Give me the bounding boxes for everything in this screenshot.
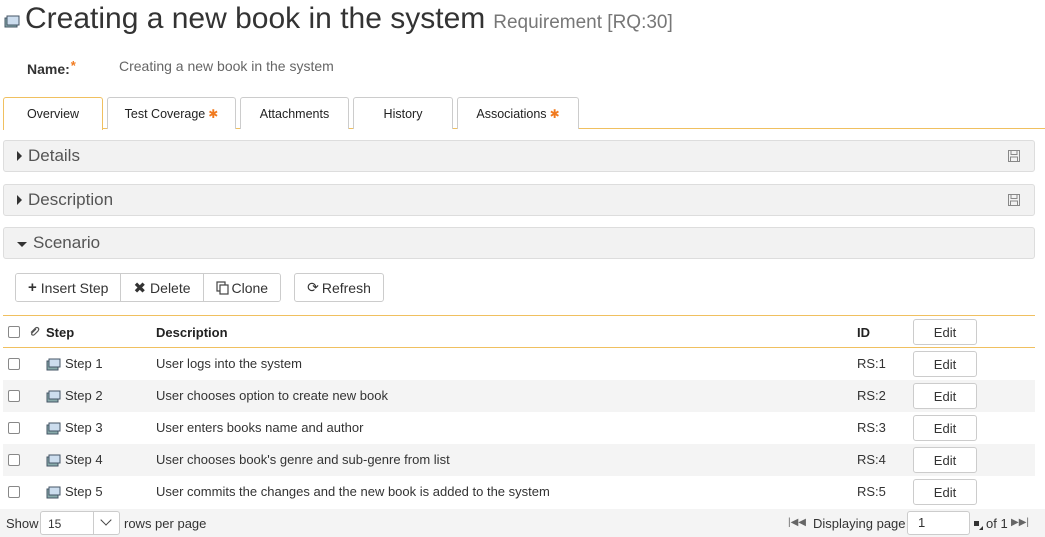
refresh-button[interactable]: ⟳ Refresh (294, 273, 384, 302)
step-description: User chooses option to create new book (156, 388, 388, 403)
scenario-toolbar: + Insert Step ✖ Delete Clone ⟳ Refresh (15, 273, 384, 302)
tab-associations[interactable]: Associations ✱ (457, 97, 579, 129)
row-checkbox[interactable] (8, 454, 20, 466)
asterisk-icon: ✱ (549, 106, 560, 121)
steps-grid: Step Description ID Edit Step 1 User log… (3, 315, 1035, 508)
caret-down-icon (17, 242, 27, 247)
description-title: Description (28, 190, 114, 209)
step-icon (46, 454, 61, 467)
row-checkbox[interactable] (8, 358, 20, 370)
table-row: Step 1 User logs into the system RS:1 Ed… (3, 348, 1035, 380)
tab-history[interactable]: History (353, 97, 453, 129)
details-panel-header[interactable]: Details (3, 140, 1035, 172)
step-name[interactable]: Step 4 (65, 452, 103, 467)
column-description[interactable]: Description (156, 325, 228, 340)
displaying-page-label: Displaying page (813, 516, 906, 531)
page-header: Creating a new book in the system Requir… (4, 2, 673, 40)
tab-test-coverage[interactable]: Test Coverage ✱ (107, 97, 236, 129)
rows-per-page-select[interactable]: 15 (40, 511, 120, 535)
step-icon (46, 422, 61, 435)
plus-icon: + (28, 279, 37, 296)
row-checkbox[interactable] (8, 486, 20, 498)
step-icon (46, 390, 61, 403)
column-step[interactable]: Step (46, 325, 74, 340)
rows-per-page-label: rows per page (124, 516, 207, 531)
next-last-page-icon[interactable]: ▶▶| (1011, 517, 1029, 528)
step-action-group: + Insert Step ✖ Delete Clone (15, 273, 282, 302)
edit-button[interactable]: Edit (913, 415, 977, 441)
scenario-title: Scenario (33, 233, 101, 252)
clone-button[interactable]: Clone (203, 274, 281, 301)
tab-bar: Overview Test Coverage ✱ Attachments Hist… (3, 97, 1045, 130)
pagination-bar: Show 15 rows per page |◀◀ Displaying pag… (0, 509, 1045, 537)
page-count-label: of 1 (986, 516, 1008, 531)
name-value[interactable]: Creating a new book in the system (119, 58, 334, 74)
step-name[interactable]: Step 3 (65, 420, 103, 435)
paperclip-icon (30, 326, 40, 336)
save-icon[interactable] (1008, 150, 1020, 162)
step-name[interactable]: Step 5 (65, 484, 103, 499)
step-description: User enters books name and author (156, 420, 364, 435)
step-name[interactable]: Step 2 (65, 388, 103, 403)
name-field-row: Name:* Creating a new book in the system (27, 58, 627, 80)
step-description: User commits the changes and the new boo… (156, 484, 550, 499)
name-label: Name:* (27, 58, 76, 77)
page-number-input[interactable]: 1 (907, 511, 970, 535)
table-row: Step 2 User chooses option to create new… (3, 380, 1035, 412)
step-icon (46, 358, 61, 371)
asterisk-icon: ✱ (208, 106, 219, 121)
step-id: RS:4 (857, 452, 886, 467)
caret-right-icon (17, 151, 22, 161)
step-description: User chooses book's genre and sub-genre … (156, 452, 450, 467)
step-id: RS:5 (857, 484, 886, 499)
select-all-checkbox[interactable] (8, 326, 20, 338)
required-marker: * (70, 58, 76, 73)
resize-handle-icon (974, 521, 983, 530)
clone-icon (215, 280, 229, 295)
edit-all-button[interactable]: Edit (913, 319, 977, 345)
table-row: Step 4 User chooses book's genre and sub… (3, 444, 1035, 476)
requirement-icon (4, 15, 20, 28)
tab-overview[interactable]: Overview (3, 97, 103, 130)
edit-button[interactable]: Edit (913, 351, 977, 377)
chevron-down-icon (100, 514, 112, 526)
insert-step-button[interactable]: + Insert Step (16, 274, 122, 301)
edit-button[interactable]: Edit (913, 479, 977, 505)
description-panel-header[interactable]: Description (3, 184, 1035, 216)
page-title: Creating a new book in the system (25, 2, 486, 35)
details-title: Details (28, 146, 80, 165)
scenario-panel-header[interactable]: Scenario (3, 227, 1035, 259)
page-subtitle: Requirement [RQ:30] (493, 12, 673, 33)
refresh-icon: ⟳ (307, 279, 319, 295)
first-prev-page-icon[interactable]: |◀◀ (788, 517, 806, 528)
step-id: RS:1 (857, 356, 886, 371)
step-description: User logs into the system (156, 356, 302, 371)
table-row: Step 5 User commits the changes and the … (3, 476, 1035, 508)
table-row: Step 3 User enters books name and author… (3, 412, 1035, 444)
step-id: RS:2 (857, 388, 886, 403)
edit-button[interactable]: Edit (913, 447, 977, 473)
tab-attachments[interactable]: Attachments (240, 97, 349, 129)
edit-button[interactable]: Edit (913, 383, 977, 409)
step-icon (46, 486, 61, 499)
show-label: Show (6, 516, 39, 531)
save-icon[interactable] (1008, 194, 1020, 206)
caret-right-icon (17, 195, 22, 205)
row-checkbox[interactable] (8, 390, 20, 402)
delete-button[interactable]: ✖ Delete (121, 274, 204, 301)
row-checkbox[interactable] (8, 422, 20, 434)
grid-header-row: Step Description ID Edit (3, 315, 1035, 348)
step-id: RS:3 (857, 420, 886, 435)
column-id[interactable]: ID (857, 325, 870, 340)
close-icon: ✖ (133, 279, 147, 297)
step-name[interactable]: Step 1 (65, 356, 103, 371)
